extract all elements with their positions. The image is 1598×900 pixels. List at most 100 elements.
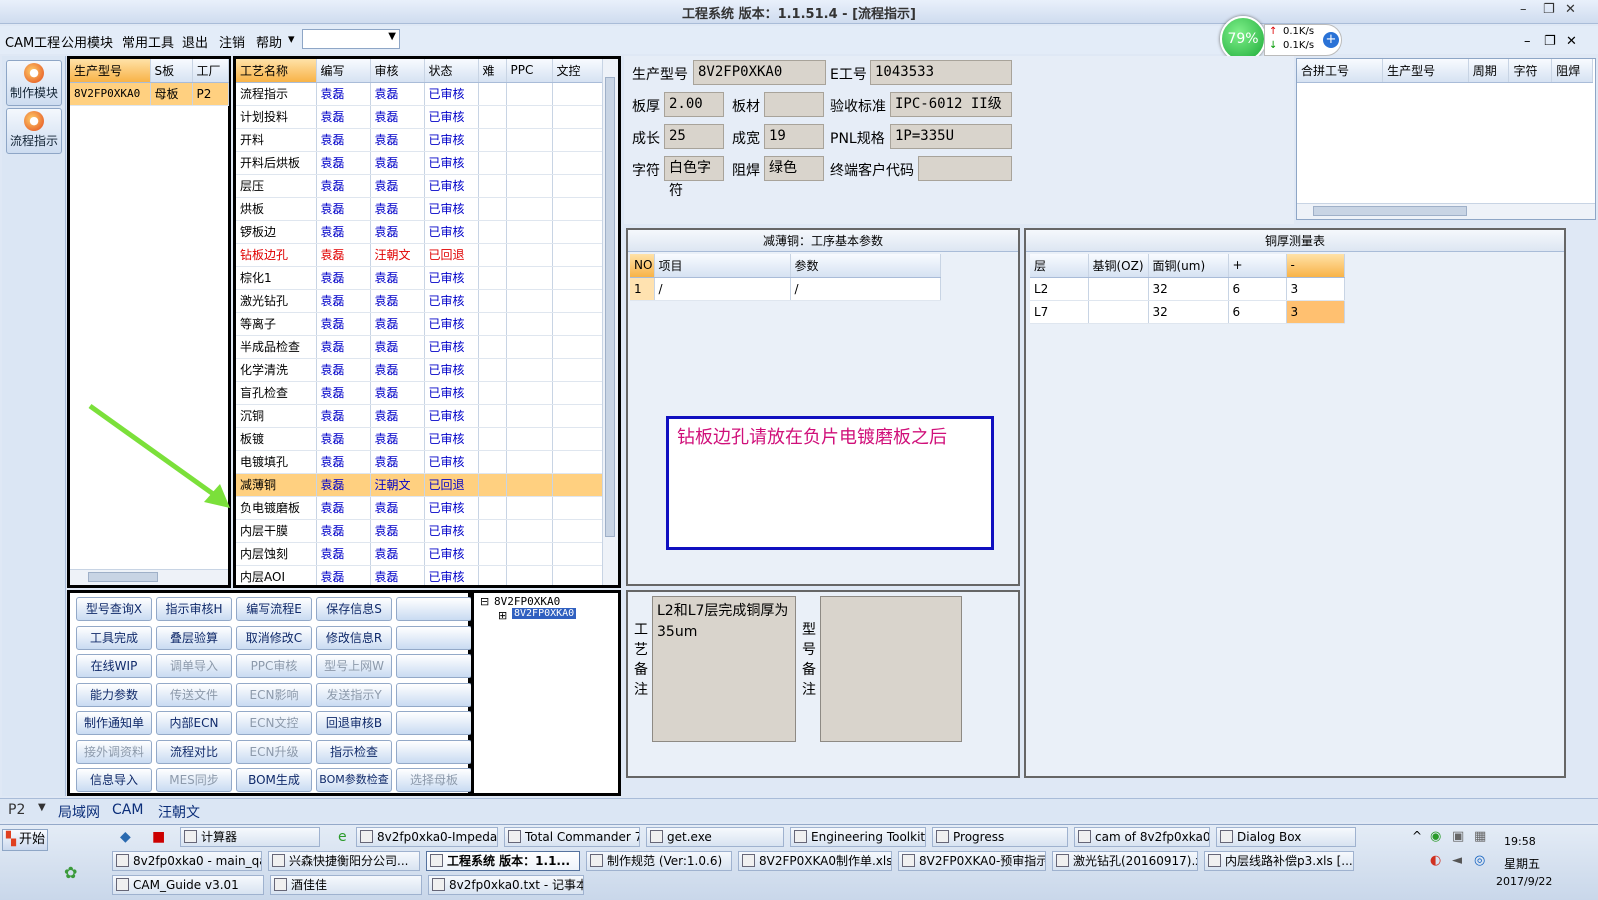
col-header[interactable]: 项目 (654, 254, 791, 278)
start-button[interactable]: ▚ 开始 (2, 829, 48, 851)
menu-common-modules[interactable]: 公用模块 (61, 32, 113, 51)
table-row[interactable]: 激光钻孔 袁磊 袁磊 已审核 (236, 289, 603, 313)
col-header[interactable]: 层 (1030, 254, 1089, 278)
taskbar-window-button[interactable]: Engineering Toolkit 9.... (790, 827, 926, 847)
tree-root[interactable]: 8V2FP0XKA0 (494, 595, 560, 608)
action-button[interactable]: 叠层验算 (156, 625, 232, 650)
table-row[interactable]: 开料 袁磊 袁磊 已审核 (236, 128, 603, 152)
menu-cam[interactable]: CAM工程 (5, 32, 60, 51)
col-header[interactable]: 基铜(OZ) (1088, 254, 1149, 278)
action-button[interactable]: ECN升级 (236, 739, 312, 764)
col-header[interactable]: + (1228, 254, 1287, 278)
taskbar-window-button[interactable]: 8v2fp0xka0.txt - 记事本 (428, 875, 584, 895)
mdi-close-icon[interactable]: ✕ (1566, 34, 1577, 49)
table-row[interactable]: 内层AOI 袁磊 袁磊 已审核 (236, 565, 603, 585)
blank-button[interactable] (396, 682, 472, 707)
taskbar-window-button[interactable]: Progress (932, 827, 1068, 847)
scroll-thumb[interactable] (88, 572, 158, 582)
acceptance-std-field[interactable]: IPC-6012 II级 (890, 92, 1012, 117)
scroll-thumb[interactable] (1313, 206, 1467, 216)
table-row[interactable]: 开料后烘板 袁磊 袁磊 已审核 (236, 151, 603, 175)
action-button[interactable]: 能力参数 (76, 682, 152, 707)
factory-select[interactable]: P2 (8, 802, 25, 818)
taskbar-window-button[interactable]: 8v2fp0xka0 - main_qa (112, 851, 262, 871)
col-header[interactable]: 文控 (552, 59, 603, 83)
taskbar-window-button[interactable]: cam of 8v2fp0xka0 (1074, 827, 1210, 847)
blank-button[interactable] (396, 711, 472, 735)
menu-logout[interactable]: 注销 (219, 32, 245, 51)
action-button[interactable]: 发送指示Y (316, 682, 392, 707)
action-button[interactable]: 修改信息R (316, 625, 392, 650)
flow-instruction-button[interactable]: ● 流程指示 (6, 108, 62, 154)
action-button[interactable]: 回退审核B (316, 711, 392, 735)
taskbar-window-button[interactable]: 工程系统 版本：1.1... (426, 851, 580, 871)
taskbar-window-button[interactable]: 8V2FP0XKA0-预审指示.... (898, 851, 1046, 871)
table-row[interactable]: 层压 袁磊 袁磊 已审核 (236, 174, 603, 198)
width-field[interactable]: 19 (764, 124, 824, 149)
table-row[interactable]: 负电镀磨板 袁磊 袁磊 已审核 (236, 496, 603, 520)
col-header[interactable]: PPC (506, 59, 553, 83)
pnl-field[interactable]: 1P=335U (890, 124, 1012, 149)
col-header[interactable]: S板 (150, 59, 193, 83)
action-button[interactable]: PPC审核 (236, 654, 312, 678)
action-button[interactable]: 制作通知单 (76, 711, 152, 735)
action-button[interactable]: 保存信息S (316, 597, 392, 621)
action-button[interactable]: 取消修改C (236, 625, 312, 650)
tree-expand-icon[interactable]: ⊞ (498, 609, 507, 622)
col-header[interactable]: 审核 (370, 59, 425, 83)
tray-icon[interactable]: ◎ (1474, 853, 1485, 868)
col-header[interactable]: 生产型号 (1382, 59, 1469, 83)
thickness-field[interactable]: 2.00 (664, 92, 724, 117)
tray-icon[interactable]: ▣ (1452, 829, 1464, 844)
col-header[interactable]: NO (630, 254, 655, 278)
table-row[interactable]: 1 / / (630, 277, 941, 301)
table-row[interactable]: 棕化1 袁磊 袁磊 已审核 (236, 266, 603, 290)
taskbar-window-button[interactable]: get.exe (646, 827, 784, 847)
action-button[interactable]: BOM生成 (236, 768, 312, 792)
quicklaunch-icon[interactable]: ✿ (64, 863, 77, 882)
plus-icon[interactable]: + (1323, 32, 1339, 48)
blank-button[interactable] (396, 739, 472, 764)
taskbar-window-button[interactable]: 酒佳佳 (270, 875, 422, 895)
menu-tools[interactable]: 常用工具 (122, 32, 174, 51)
action-button[interactable]: 选择母板 (396, 768, 472, 792)
action-button[interactable]: 指示检查 (316, 739, 392, 764)
action-button[interactable]: 调单导入 (156, 654, 232, 678)
taskbar-window-button[interactable]: 激光钻孔(20160917).xl... (1052, 851, 1198, 871)
col-header[interactable]: 工厂 (192, 59, 229, 83)
table-row[interactable]: 内层干膜 袁磊 袁磊 已审核 (236, 519, 603, 543)
model-note-text[interactable] (820, 596, 962, 742)
col-header[interactable]: 字符 (1508, 59, 1553, 83)
col-header[interactable]: 工艺名称 (236, 59, 317, 83)
table-row[interactable]: 化学清洗 袁磊 袁磊 已审核 (236, 358, 603, 382)
module-combo[interactable]: ▼ (302, 29, 400, 49)
material-field[interactable] (764, 92, 824, 117)
table-row[interactable]: 沉铜 袁磊 袁磊 已审核 (236, 404, 603, 428)
volume-icon[interactable]: ◄ (1452, 853, 1462, 868)
table-row[interactable]: 锣板边 袁磊 袁磊 已审核 (236, 220, 603, 244)
table-row[interactable]: 烘板 袁磊 袁磊 已审核 (236, 197, 603, 221)
tray-expand-icon[interactable]: ^ (1412, 829, 1422, 843)
blank-button[interactable] (396, 625, 472, 650)
tree-collapse-icon[interactable]: ⊟ (480, 595, 489, 608)
menu-help[interactable]: 帮助 (256, 32, 282, 51)
make-module-button[interactable]: ● 制作模块 (6, 60, 62, 106)
browser-icon[interactable]: e (338, 829, 347, 845)
table-row[interactable]: 减薄铜 袁磊 汪朝文 已回退 (236, 473, 603, 497)
mdi-minimize-icon[interactable]: – (1524, 34, 1531, 49)
col-header[interactable]: 参数 (790, 254, 941, 278)
mdi-restore-icon[interactable]: ❐ (1544, 34, 1556, 49)
taskbar-window-button[interactable]: 兴森快捷衡阳分公司... (268, 851, 420, 871)
network-icon[interactable]: ▦ (1474, 829, 1486, 844)
table-row[interactable]: 内层蚀刻 袁磊 袁磊 已审核 (236, 542, 603, 566)
action-button[interactable]: BOM参数检查 (316, 768, 392, 792)
action-button[interactable]: 信息导入 (76, 768, 152, 792)
table-row[interactable]: 电镀填孔 袁磊 袁磊 已审核 (236, 450, 603, 474)
mask-field[interactable]: 绿色 (764, 156, 824, 181)
table-row[interactable]: 板镀 袁磊 袁磊 已审核 (236, 427, 603, 451)
taskbar-window-button[interactable]: 制作规范 (Ver:1.0.6) (586, 851, 732, 871)
chevron-down-icon[interactable]: ▾ (288, 32, 295, 47)
scroll-thumb[interactable] (605, 77, 615, 537)
maximize-icon[interactable]: ❐ (1543, 2, 1555, 17)
blank-button[interactable] (396, 597, 472, 621)
